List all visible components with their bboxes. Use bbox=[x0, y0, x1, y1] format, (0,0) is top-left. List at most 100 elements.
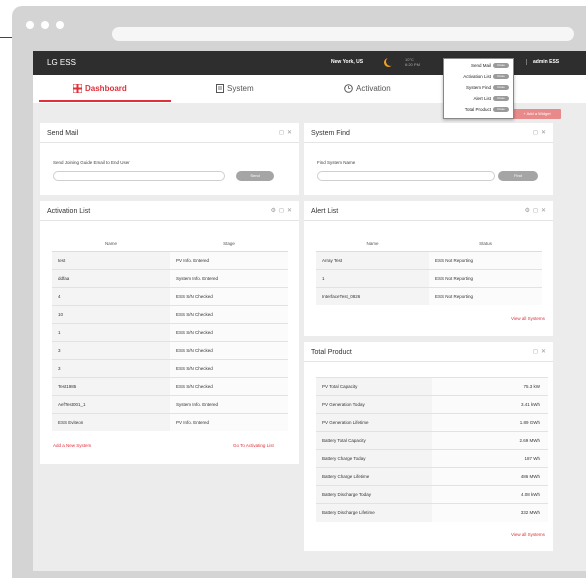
send-button[interactable]: Send bbox=[236, 171, 274, 181]
widget-menu-item[interactable]: Total Product Close bbox=[465, 107, 509, 112]
tab-dashboard[interactable]: Dashboard bbox=[73, 84, 127, 93]
maximize-icon[interactable]: ◻ bbox=[279, 207, 284, 214]
table-row: Battery Discharge Today 4.08 kWh bbox=[316, 485, 548, 504]
maximize-icon[interactable]: ◻ bbox=[533, 207, 538, 214]
table-row[interactable]: AefTest001_1 System Info. Entered bbox=[52, 394, 288, 413]
document-icon bbox=[216, 84, 224, 93]
toggle-pill[interactable]: Close bbox=[493, 85, 509, 90]
table-row: PV Generation Today 3.41 kWh bbox=[316, 395, 548, 414]
close-icon[interactable]: ✕ bbox=[541, 129, 546, 136]
send-mail-label: Send Joining Guide Email to End User bbox=[53, 160, 130, 165]
activation-table: Name Stage test PV Info. Entered ddfaa Sys… bbox=[52, 237, 288, 431]
card-controls: ⚙ ◻ ✕ bbox=[271, 207, 292, 214]
system-name-input[interactable] bbox=[317, 171, 495, 181]
tab-system[interactable]: System bbox=[216, 84, 254, 93]
window-dot-icon[interactable] bbox=[26, 21, 34, 29]
table-row[interactable]: Array Test ESS Not Reporting bbox=[316, 250, 542, 269]
location-label: New York, US bbox=[331, 59, 364, 65]
card-title: Send Mail bbox=[47, 130, 79, 137]
divider bbox=[304, 142, 553, 143]
column-header[interactable]: Name bbox=[316, 237, 429, 252]
table-row[interactable]: 4 ESS S/N Checked bbox=[52, 286, 288, 305]
table-row: Battery Charge Lifetime 486 MWh bbox=[316, 467, 548, 486]
close-icon[interactable]: ✕ bbox=[287, 129, 292, 136]
widget-menu-item[interactable]: System Find Close bbox=[466, 85, 509, 90]
app-viewport: LG ESS New York, US 10°C 6:20 PM admin E… bbox=[33, 51, 586, 571]
widget-menu-item[interactable]: Send Mail Close bbox=[471, 63, 509, 68]
find-button[interactable]: Find bbox=[498, 171, 538, 181]
divider bbox=[304, 361, 553, 362]
toggle-pill[interactable]: Close bbox=[493, 63, 509, 68]
table-row[interactable]: Test1985 ESS S/N Checked bbox=[52, 376, 288, 395]
table-row[interactable]: 10 ESS S/N Checked bbox=[52, 304, 288, 323]
table-row[interactable]: 1 ESS Not Reporting bbox=[316, 268, 542, 287]
clock-icon bbox=[344, 84, 353, 93]
close-icon[interactable]: ✕ bbox=[541, 348, 546, 355]
card-controls: ◻ ✕ bbox=[279, 129, 292, 136]
address-bar[interactable] bbox=[112, 27, 574, 41]
weather-readout: 10°C 6:20 PM bbox=[405, 57, 420, 67]
table-row: Battery Total Capacity 2.69 MWh bbox=[316, 431, 548, 450]
table-row: PV Total Capacity 75.3 kW bbox=[316, 377, 548, 396]
system-find-card: System Find ◻ ✕ Find System Name Find bbox=[304, 123, 553, 195]
card-title: Total Product bbox=[311, 349, 352, 356]
widget-menu-item[interactable]: Alert List Close bbox=[473, 96, 509, 101]
card-title: System Find bbox=[311, 130, 350, 137]
column-header[interactable]: Stage bbox=[170, 237, 288, 252]
table-row[interactable]: ESS Eviteon PV Info. Entered bbox=[52, 412, 288, 431]
card-controls: ◻ ✕ bbox=[533, 129, 546, 136]
maximize-icon[interactable]: ◻ bbox=[533, 129, 538, 136]
alert-list-card: Alert List ⚙ ◻ ✕ Name Status Array Test E… bbox=[304, 201, 553, 336]
divider bbox=[40, 142, 299, 143]
table-row[interactable]: test PV Info. Entered bbox=[52, 250, 288, 269]
card-controls: ◻ ✕ bbox=[533, 348, 546, 355]
active-tab-indicator bbox=[39, 100, 171, 102]
toggle-pill[interactable]: Close bbox=[493, 74, 509, 79]
go-activating-link[interactable]: Go To Activating List bbox=[233, 443, 274, 448]
add-widget-button[interactable]: + Add a Widget bbox=[513, 109, 561, 119]
maximize-icon[interactable]: ◻ bbox=[279, 129, 284, 136]
column-header[interactable]: Name bbox=[52, 237, 170, 252]
card-title: Activation List bbox=[47, 208, 91, 215]
window-dot-icon[interactable] bbox=[41, 21, 49, 29]
maximize-icon[interactable]: ◻ bbox=[533, 348, 538, 355]
divider bbox=[304, 220, 553, 221]
grid-icon bbox=[73, 84, 82, 93]
card-title: Alert List bbox=[311, 208, 339, 215]
tab-label: Dashboard bbox=[85, 84, 127, 93]
table-row[interactable]: 3 ESS S/N Checked bbox=[52, 358, 288, 377]
product-table: PV Total Capacity 75.3 kW PV Generation T… bbox=[316, 377, 548, 522]
window-dot-icon[interactable] bbox=[56, 21, 64, 29]
toggle-pill[interactable]: Close bbox=[493, 107, 509, 112]
table-row[interactable]: 1 ESS S/N Checked bbox=[52, 322, 288, 341]
add-system-link[interactable]: Add a New System bbox=[53, 443, 91, 448]
table-row[interactable]: 3 ESS S/N Checked bbox=[52, 340, 288, 359]
alert-table: Name Status Array Test ESS Not Reporting … bbox=[316, 237, 542, 305]
table-row: Battery Charge Today 187 Wh bbox=[316, 449, 548, 468]
tab-label: System bbox=[227, 84, 254, 93]
widget-menu-item[interactable]: Activation List Close bbox=[463, 74, 509, 79]
email-input[interactable] bbox=[53, 171, 225, 181]
tab-activation[interactable]: Activation bbox=[344, 84, 391, 93]
tab-label: Activation bbox=[356, 84, 391, 93]
view-all-systems-link[interactable]: View all Systems bbox=[511, 532, 545, 537]
table-row[interactable]: InterfaceTest_0826 ESS Not Reporting bbox=[316, 286, 542, 305]
brand-logo[interactable]: LG ESS bbox=[47, 58, 76, 67]
moon-icon bbox=[386, 57, 395, 66]
column-header[interactable]: Status bbox=[429, 237, 542, 252]
system-find-label: Find System Name bbox=[317, 160, 356, 165]
table-row[interactable]: ddfaa System Info. Entered bbox=[52, 268, 288, 287]
widget-menu: Send Mail Close Activation List Close Sy… bbox=[443, 58, 514, 119]
send-mail-card: Send Mail ◻ ✕ Send Joining Guide Email t… bbox=[40, 123, 299, 195]
close-icon[interactable]: ✕ bbox=[541, 207, 546, 214]
total-product-card: Total Product ◻ ✕ PV Total Capacity 75.3 … bbox=[304, 342, 553, 551]
settings-icon[interactable]: ⚙ bbox=[271, 207, 276, 214]
table-row: PV Generation Lifetime 1.89 GWh bbox=[316, 413, 548, 432]
divider bbox=[526, 59, 527, 65]
close-icon[interactable]: ✕ bbox=[287, 207, 292, 214]
toggle-pill[interactable]: Close bbox=[493, 96, 509, 101]
divider bbox=[40, 220, 299, 221]
view-all-systems-link[interactable]: View all Systems bbox=[511, 316, 545, 321]
settings-icon[interactable]: ⚙ bbox=[525, 207, 530, 214]
user-menu[interactable]: admin ESS bbox=[533, 59, 559, 65]
